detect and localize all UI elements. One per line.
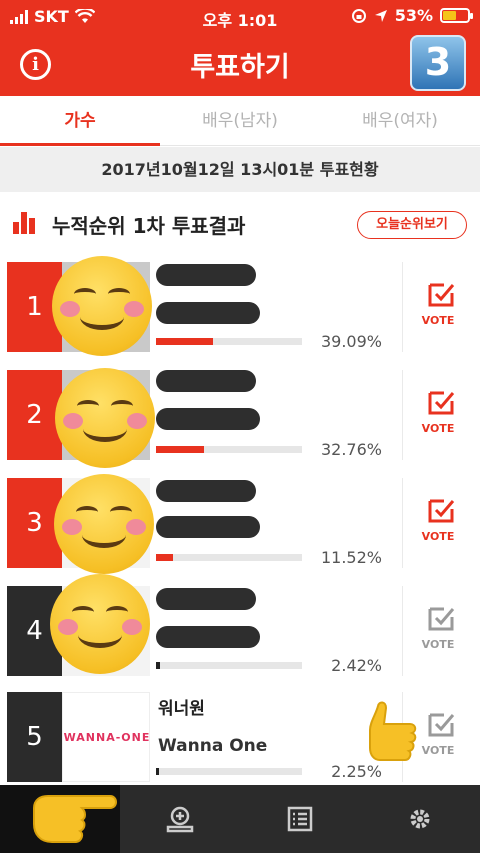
nav-add-award[interactable] [120, 785, 240, 853]
thumbs-up-icon [369, 701, 417, 761]
number-badge: 3 [410, 35, 466, 91]
vote-button[interactable]: VOTE [402, 478, 480, 568]
redacted-name [156, 588, 256, 610]
vote-check-icon [428, 713, 455, 737]
vote-percent: 2.42% [331, 656, 382, 675]
vote-check-icon [428, 499, 455, 523]
redacted-subname [156, 626, 260, 648]
vote-button[interactable]: VOTE [402, 370, 480, 460]
smiling-face-icon [54, 474, 154, 574]
battery-percent: 53% [394, 6, 433, 25]
category-tabs: 가수 배우(남자) 배우(여자) [0, 96, 480, 146]
vote-progress-bar [156, 338, 302, 345]
vote-button[interactable]: VOTE [402, 586, 480, 676]
vote-percent: 11.52% [320, 548, 382, 567]
artist-logo: WANNA-ONE [62, 692, 150, 782]
status-bar: SKT 오후 1:01 53% [0, 0, 480, 34]
ranking-row-1: 1 39.09% VOTE [0, 256, 480, 356]
artist-name: 워너원 [158, 699, 205, 719]
battery-icon [440, 8, 473, 23]
vote-percent: 39.09% [320, 332, 382, 351]
app-header: SKT 오후 1:01 53% i 투표하기 3 [0, 0, 480, 96]
nav-settings[interactable] [360, 785, 480, 853]
rank-number: 2 [7, 370, 62, 460]
add-award-icon [166, 806, 194, 833]
tab-actor-female[interactable]: 배우(여자) [320, 96, 480, 145]
vote-button[interactable]: VOTE [402, 262, 480, 352]
vote-check-icon [428, 607, 455, 631]
vote-progress-bar [156, 662, 302, 669]
redacted-subname [156, 408, 260, 430]
rotation-lock-icon [351, 8, 366, 23]
results-section-header: 누적순위 1차 투표결과 오늘순위보기 [0, 192, 480, 254]
vote-label: VOTE [421, 422, 455, 435]
pointing-hand-icon [33, 795, 117, 843]
vote-progress-bar [156, 554, 302, 561]
settings-gear-icon [410, 809, 430, 829]
redacted-subname [156, 516, 260, 538]
logo-text: WANNA-ONE [63, 731, 150, 744]
location-icon [374, 9, 387, 22]
vote-progress-bar [156, 446, 302, 453]
ranking-row-3: 3 11.52% VOTE [0, 474, 480, 574]
redacted-name [156, 480, 256, 502]
vote-label: VOTE [421, 530, 455, 543]
smiling-face-icon [50, 574, 150, 674]
rank-number: 5 [7, 692, 62, 782]
nav-list[interactable] [240, 785, 360, 853]
redacted-name [156, 370, 256, 392]
redacted-subname [156, 302, 260, 324]
smiling-face-icon [52, 256, 152, 356]
vote-percent: 32.76% [320, 440, 382, 459]
vote-status-date: 2017년10월12일 13시01분 투표현황 [0, 147, 480, 192]
vote-check-icon [428, 391, 455, 415]
tab-actor-male[interactable]: 배우(남자) [160, 96, 320, 145]
status-right: 53% [351, 6, 473, 25]
smiling-face-icon [55, 368, 155, 468]
tab-singer[interactable]: 가수 [0, 96, 160, 146]
artist-name-english: Wanna One [158, 736, 268, 756]
ranking-row-2: 2 32.76% VOTE [0, 368, 480, 468]
vote-label: VOTE [421, 314, 455, 327]
vote-progress-bar [156, 768, 302, 775]
section-title: 누적순위 1차 투표결과 [52, 214, 246, 238]
bar-chart-icon [13, 212, 35, 234]
vote-check-icon [428, 283, 455, 307]
vote-label: VOTE [421, 638, 455, 651]
ranking-row-4: 4 2.42% VOTE [0, 574, 480, 678]
today-ranking-button[interactable]: 오늘순위보기 [357, 211, 467, 239]
page-title: 투표하기 [190, 52, 290, 83]
redacted-name [156, 264, 256, 286]
list-icon [287, 806, 313, 832]
